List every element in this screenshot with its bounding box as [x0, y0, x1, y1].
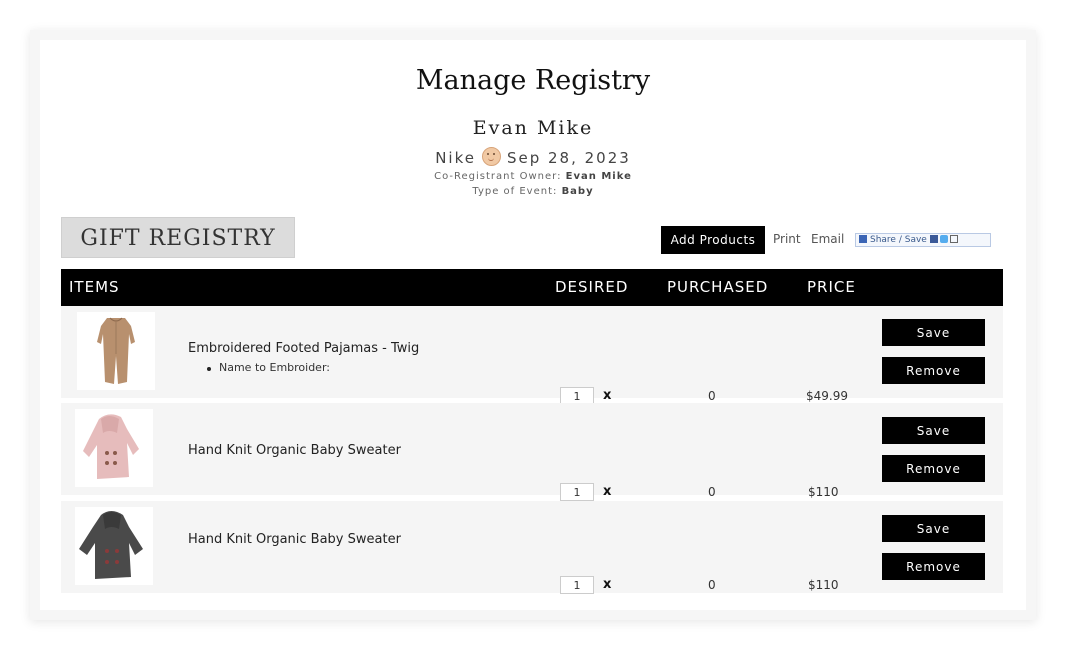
- event-date: Sep 28, 2023: [506, 149, 631, 167]
- event-type-line: Type of Event: Baby: [40, 186, 1026, 197]
- page-frame: Manage Registry Evan Mike Nike Sep 28, 20…: [30, 30, 1036, 620]
- event-brand: Nike: [435, 149, 476, 167]
- remove-button[interactable]: Remove: [882, 455, 985, 482]
- footed-pajamas-image: [97, 317, 135, 384]
- table-row: Hand Knit Organic Baby Sweater x 0 $110 …: [61, 403, 1003, 501]
- gift-registry-heading: GIFT REGISTRY: [61, 217, 295, 258]
- twitter-icon[interactable]: [939, 235, 948, 243]
- item-price: $49.99: [806, 389, 848, 403]
- purchased-count: 0: [708, 389, 716, 403]
- item-price: $110: [808, 578, 839, 592]
- column-price: PRICE: [807, 278, 856, 296]
- item-name: Embroidered Footed Pajamas - Twig: [188, 341, 420, 356]
- co-registrant-line: Co-Registrant Owner: Evan Mike: [40, 171, 1026, 182]
- desired-quantity-input[interactable]: [560, 576, 594, 594]
- co-registrant-label: Co-Registrant Owner:: [434, 171, 562, 182]
- share-plus-icon: [859, 235, 867, 243]
- page-title: Manage Registry: [415, 65, 651, 96]
- share-save-widget[interactable]: Share / Save: [855, 233, 991, 247]
- product-image: [77, 312, 155, 390]
- column-purchased: PURCHASED: [667, 278, 769, 296]
- quantity-multiplier: x: [603, 577, 612, 592]
- purchased-count: 0: [708, 485, 716, 499]
- facebook-icon[interactable]: [929, 235, 938, 243]
- registry-card: Manage Registry Evan Mike Nike Sep 28, 20…: [40, 40, 1026, 610]
- column-items: ITEMS: [69, 278, 120, 296]
- save-button[interactable]: Save: [882, 515, 985, 542]
- event-type-value: Baby: [561, 186, 594, 197]
- print-link[interactable]: Print: [773, 232, 801, 246]
- gray-sweater-image: [79, 511, 143, 579]
- event-type-label: Type of Event:: [472, 186, 558, 197]
- event-line: Nike Sep 28, 2023: [40, 147, 1026, 167]
- share-arrow-icon[interactable]: [949, 235, 958, 243]
- share-save-label: Share / Save: [870, 235, 927, 245]
- item-detail: Name to Embroider:: [207, 361, 330, 374]
- item-price: $110: [808, 485, 839, 499]
- quantity-multiplier: x: [603, 484, 612, 499]
- quantity-multiplier: x: [603, 388, 612, 403]
- pink-sweater-image: [83, 414, 139, 479]
- table-header: ITEMS DESIRED PURCHASED PRICE: [61, 269, 1003, 306]
- save-button[interactable]: Save: [882, 319, 985, 346]
- remove-button[interactable]: Remove: [882, 553, 985, 580]
- owner-name: Evan Mike: [472, 117, 594, 139]
- table-row: Hand Knit Organic Baby Sweater x 0 $110 …: [61, 501, 1003, 594]
- co-registrant-value: Evan Mike: [565, 171, 632, 182]
- save-button[interactable]: Save: [882, 417, 985, 444]
- remove-button[interactable]: Remove: [882, 357, 985, 384]
- add-products-button[interactable]: Add Products: [661, 226, 765, 254]
- item-name: Hand Knit Organic Baby Sweater: [188, 443, 401, 458]
- column-desired: DESIRED: [555, 278, 629, 296]
- product-image: [75, 409, 153, 487]
- purchased-count: 0: [708, 578, 716, 592]
- baby-face-icon: [481, 147, 501, 166]
- product-image: [75, 507, 153, 585]
- table-row: Embroidered Footed Pajamas - Twig Name t…: [61, 306, 1003, 405]
- item-name: Hand Knit Organic Baby Sweater: [188, 532, 401, 547]
- desired-quantity-input[interactable]: [560, 483, 594, 501]
- email-link[interactable]: Email: [811, 232, 844, 246]
